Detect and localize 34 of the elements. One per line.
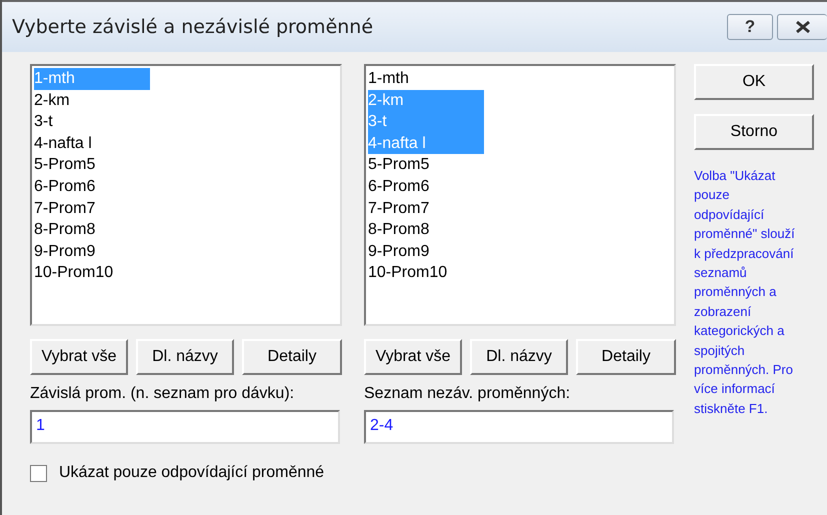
field-label: Seznam nezáv. proměnných: [364,385,570,403]
list-button[interactable]: Vybrat vše [30,339,128,375]
list-item[interactable]: 4-nafta l [34,132,150,154]
list-button[interactable]: Dl. názvy [136,339,234,375]
list-item[interactable]: 8-Prom8 [34,219,150,241]
list-item[interactable]: 9-Prom9 [34,240,150,262]
list-button[interactable]: Detaily [576,339,676,375]
input-field[interactable]: 1 [30,410,340,444]
list-item[interactable]: 10-Prom10 [34,262,150,284]
list-button[interactable]: Dl. názvy [470,339,568,375]
field-label: Závislá prom. (n. seznam pro dávku): [30,385,294,403]
input-field[interactable]: 2-4 [364,410,674,444]
checkbox[interactable] [30,464,47,482]
list-item[interactable]: 8-Prom8 [368,219,484,241]
window-title: Vyberte závislé a nezávislé proměnné [12,16,374,38]
list-item[interactable]: 6-Prom6 [368,176,484,198]
help-text: Volba "Ukázat pouze odpovídající proměnné" slouží k předzpracování seznamů proměnných a zobrazení kategorických a spojitých proměnných. Pro více informací stiskněte F1. [694,167,796,418]
list-item[interactable]: 3-t [34,111,150,133]
list-item[interactable]: 5-Prom5 [34,154,150,176]
list-button[interactable]: Vybrat vše [364,339,462,375]
list-item[interactable]: 7-Prom7 [368,198,484,220]
list-item[interactable]: 7-Prom7 [34,198,150,220]
dialog-button[interactable]: OK [694,64,814,100]
help-button[interactable]: ? [727,14,773,40]
dialog-button[interactable]: Storno [694,114,814,150]
checkbox-label: Ukázat pouze odpovídající proměnné [59,464,324,482]
list-item[interactable]: 6-Prom6 [34,176,150,198]
list-item[interactable]: 10-Prom10 [368,262,484,284]
list-item[interactable]: 1-mth [368,68,484,90]
list-item[interactable]: 2-km [34,90,150,112]
list-button[interactable]: Detaily [242,339,342,375]
close-button[interactable] [777,14,827,40]
list-item[interactable]: 5-Prom5 [368,154,484,176]
list-item[interactable]: 9-Prom9 [368,240,484,262]
